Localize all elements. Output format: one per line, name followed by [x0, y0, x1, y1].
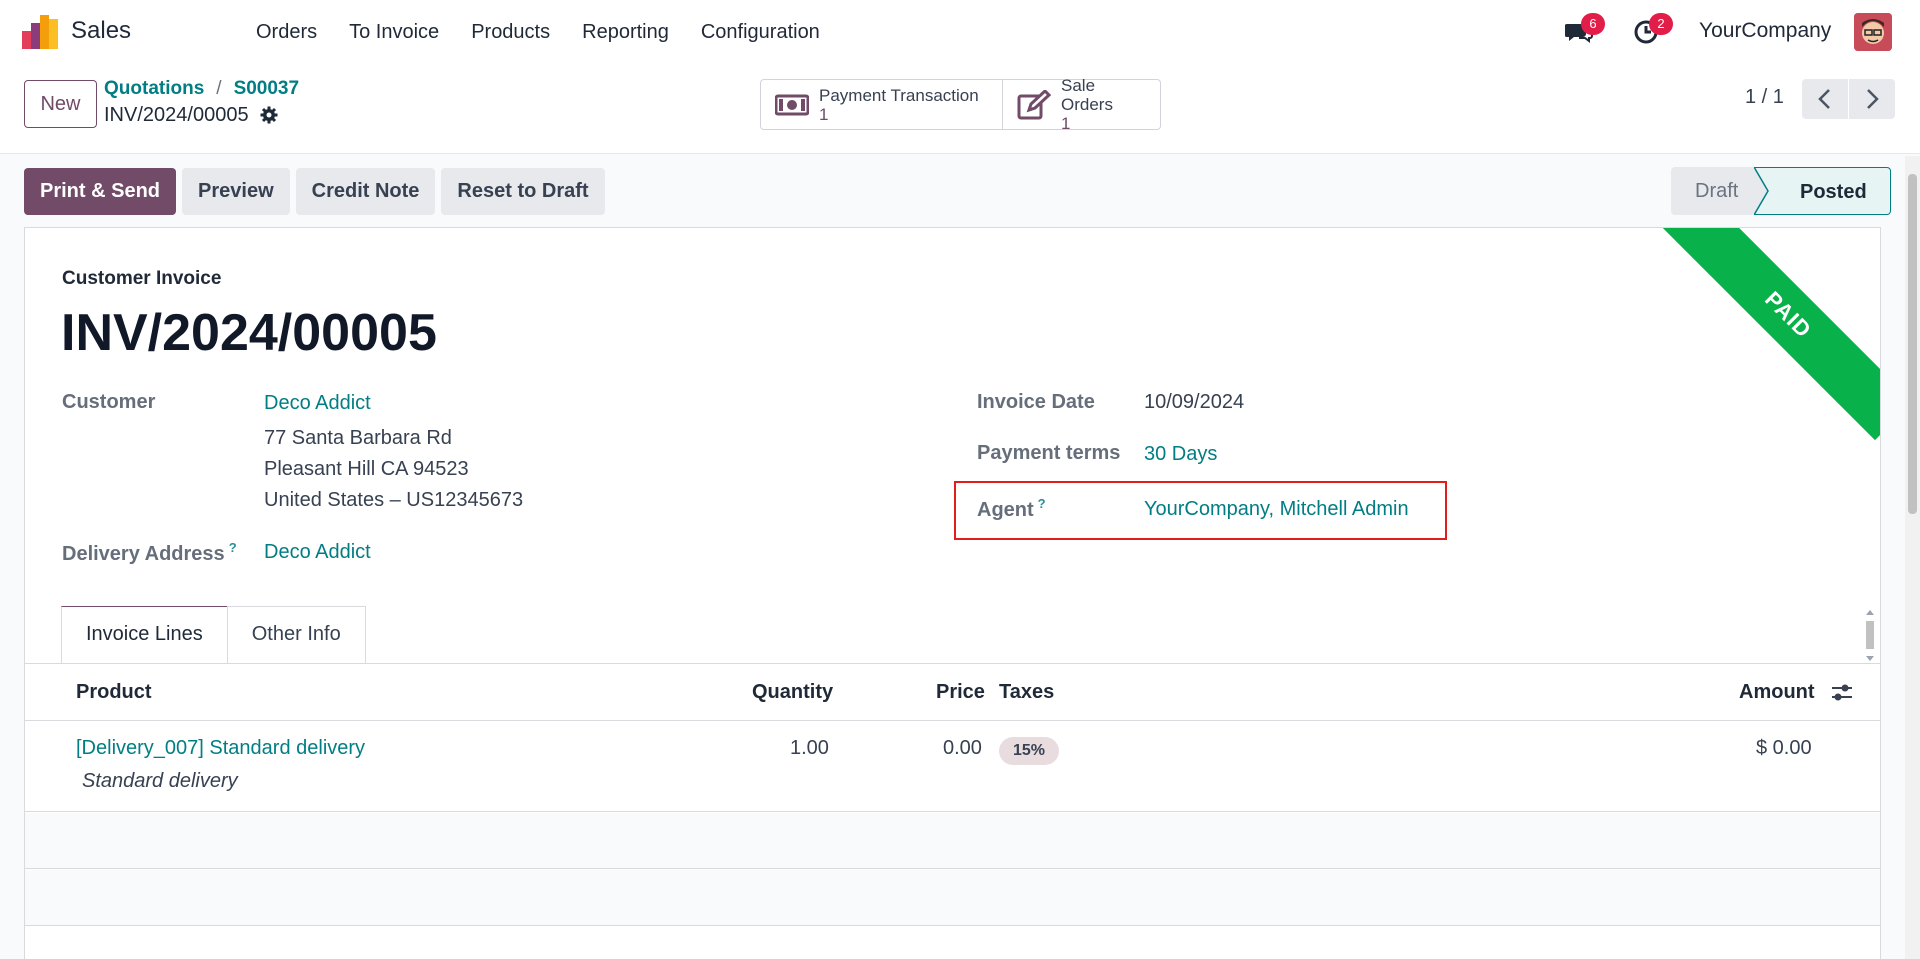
column-quantity[interactable]: Quantity	[752, 681, 833, 704]
line-quantity[interactable]: 1.00	[790, 737, 829, 760]
agent-field[interactable]: YourCompany, Mitchell Admin	[1144, 498, 1409, 521]
help-tooltip[interactable]: ?	[1038, 496, 1046, 511]
empty-table-row	[25, 813, 1880, 869]
breadcrumb: Quotations / S00037	[104, 78, 299, 100]
smart-buttons: Payment Transaction 1 Sale Orders 1	[760, 76, 1161, 133]
new-button[interactable]: New	[24, 80, 97, 128]
control-panel: New Quotations / S00037 INV/2024/00005 Pay…	[0, 64, 1920, 154]
line-price[interactable]: 0.00	[943, 737, 982, 760]
company-switcher[interactable]: YourCompany	[1699, 19, 1831, 43]
help-tooltip[interactable]: ?	[229, 540, 237, 555]
address-line: Pleasant Hill CA 94523	[264, 458, 469, 480]
invoice-type: Customer Invoice	[62, 268, 222, 289]
activities-button[interactable]: 2	[1633, 13, 1673, 46]
avatar-icon	[1854, 13, 1892, 51]
menu-reporting[interactable]: Reporting	[566, 0, 685, 64]
empty-table-row	[25, 870, 1880, 926]
print-send-button[interactable]: Print & Send	[24, 168, 177, 215]
delivery-address-label: Delivery Address?	[62, 540, 237, 566]
user-avatar[interactable]	[1854, 13, 1892, 51]
payment-transaction-button[interactable]: Payment Transaction 1	[761, 80, 1002, 129]
lines-table-header: Product Quantity Price Taxes Amount	[25, 664, 1880, 721]
app-name[interactable]: Sales	[71, 17, 131, 45]
menu-configuration[interactable]: Configuration	[685, 0, 836, 64]
sale-orders-count: 1	[1061, 114, 1071, 133]
payment-transaction-count: 1	[819, 104, 829, 124]
pager-previous-button[interactable]	[1802, 79, 1848, 119]
delivery-address-label-text: Delivery Address	[62, 543, 225, 565]
invoice-sheet: PAID Customer Invoice INV/2024/00005 Cus…	[24, 227, 1881, 959]
activities-badge: 2	[1649, 13, 1673, 35]
payment-terms-field[interactable]: 30 Days	[1144, 443, 1217, 466]
agent-label-text: Agent	[977, 499, 1034, 521]
messages-badge: 6	[1581, 13, 1605, 35]
column-product[interactable]: Product	[76, 681, 152, 704]
pager-next-button[interactable]	[1849, 79, 1895, 119]
page-scrollbar[interactable]	[1905, 156, 1920, 959]
table-row[interactable]: [Delivery_007] Standard delivery Standar…	[25, 722, 1880, 812]
sales-app-icon[interactable]	[22, 15, 58, 49]
breadcrumb-order[interactable]: S00037	[234, 78, 300, 99]
customer-field[interactable]: Deco Addict	[264, 392, 371, 415]
sale-orders-label: Sale Orders	[1061, 76, 1113, 114]
stage-posted[interactable]: Posted	[1767, 167, 1891, 215]
tabs-scrollbar[interactable]	[1864, 608, 1876, 663]
column-taxes[interactable]: Taxes	[999, 681, 1054, 704]
main-menu: Orders To Invoice Products Reporting Con…	[240, 0, 836, 64]
edit-icon	[1017, 90, 1051, 120]
menu-orders[interactable]: Orders	[240, 0, 333, 64]
tab-invoice-lines[interactable]: Invoice Lines	[61, 606, 228, 663]
preview-button[interactable]: Preview	[182, 168, 290, 215]
optional-columns-icon[interactable]	[1831, 683, 1853, 703]
line-description[interactable]: Standard delivery	[82, 770, 238, 793]
scrollbar-thumb[interactable]	[1908, 174, 1917, 514]
record-name-text: INV/2024/00005	[104, 104, 249, 126]
sale-orders-button[interactable]: Sale Orders 1	[1002, 76, 1160, 133]
paid-ribbon-label: PAID	[1662, 228, 1880, 441]
invoice-date-field[interactable]: 10/09/2024	[1144, 391, 1244, 414]
breadcrumb-quotations[interactable]: Quotations	[104, 78, 204, 99]
payment-terms-label: Payment terms	[977, 442, 1121, 464]
money-icon	[775, 94, 809, 116]
menu-products[interactable]: Products	[455, 0, 566, 64]
top-navbar: Sales Orders To Invoice Products Reporti…	[0, 0, 1920, 64]
reset-to-draft-button[interactable]: Reset to Draft	[441, 168, 605, 215]
paid-ribbon: PAID	[1658, 228, 1880, 450]
customer-label: Customer	[62, 391, 156, 413]
stage-draft[interactable]: Draft	[1671, 167, 1767, 215]
invoice-date-label: Invoice Date	[977, 391, 1095, 413]
column-price[interactable]: Price	[936, 681, 985, 704]
tab-other-info[interactable]: Other Info	[226, 606, 366, 663]
menu-to-invoice[interactable]: To Invoice	[333, 0, 455, 64]
line-amount: $ 0.00	[1756, 737, 1812, 759]
pager-value[interactable]: 1 / 1	[1745, 86, 1784, 109]
stage-arrow	[1754, 167, 1782, 215]
line-tax-badge[interactable]: 15%	[999, 737, 1060, 765]
chevron-left-icon	[1818, 89, 1830, 109]
payment-transaction-label: Payment Transaction	[819, 85, 979, 105]
line-product[interactable]: [Delivery_007] Standard delivery	[76, 737, 365, 760]
record-name: INV/2024/00005	[104, 104, 278, 127]
invoice-number: INV/2024/00005	[61, 304, 437, 362]
notebook-tabs: Invoice Lines Other Info	[61, 606, 366, 663]
gear-icon[interactable]	[260, 106, 278, 124]
breadcrumb-separator: /	[216, 78, 222, 99]
delivery-address-field[interactable]: Deco Addict	[264, 541, 371, 564]
column-amount[interactable]: Amount	[1739, 681, 1815, 704]
address-line: 77 Santa Barbara Rd	[264, 427, 452, 449]
credit-note-button[interactable]: Credit Note	[295, 168, 436, 215]
address-line: United States – US12345673	[264, 489, 524, 511]
messages-button[interactable]: 6	[1564, 13, 1605, 46]
agent-label: Agent?	[977, 496, 1046, 522]
chevron-right-icon	[1867, 89, 1879, 109]
action-buttons: Print & Send Preview Credit Note Reset t…	[24, 168, 605, 215]
